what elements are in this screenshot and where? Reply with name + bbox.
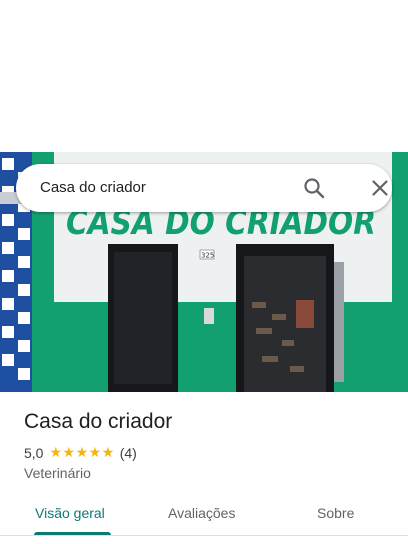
rating-row[interactable]: 5,0 ★★★★★ (4) (24, 444, 137, 461)
place-category: Veterinário (24, 465, 91, 481)
tab-reviews[interactable]: Avaliações (168, 505, 235, 521)
search-bar[interactable]: Casa do criador (16, 164, 392, 212)
review-count[interactable]: (4) (120, 445, 137, 461)
close-icon[interactable] (368, 176, 392, 200)
search-icon[interactable] (302, 176, 326, 200)
rating-value: 5,0 (24, 444, 44, 461)
rating-stars: ★★★★★ (49, 444, 115, 460)
search-input[interactable]: Casa do criador (40, 164, 146, 212)
tabs-divider (0, 535, 408, 536)
map-blank-area (0, 0, 408, 152)
tab-overview[interactable]: Visão geral (35, 505, 105, 521)
door-number: 325 (201, 252, 214, 260)
tab-about[interactable]: Sobre (317, 505, 354, 521)
place-title: Casa do criador (24, 410, 173, 433)
